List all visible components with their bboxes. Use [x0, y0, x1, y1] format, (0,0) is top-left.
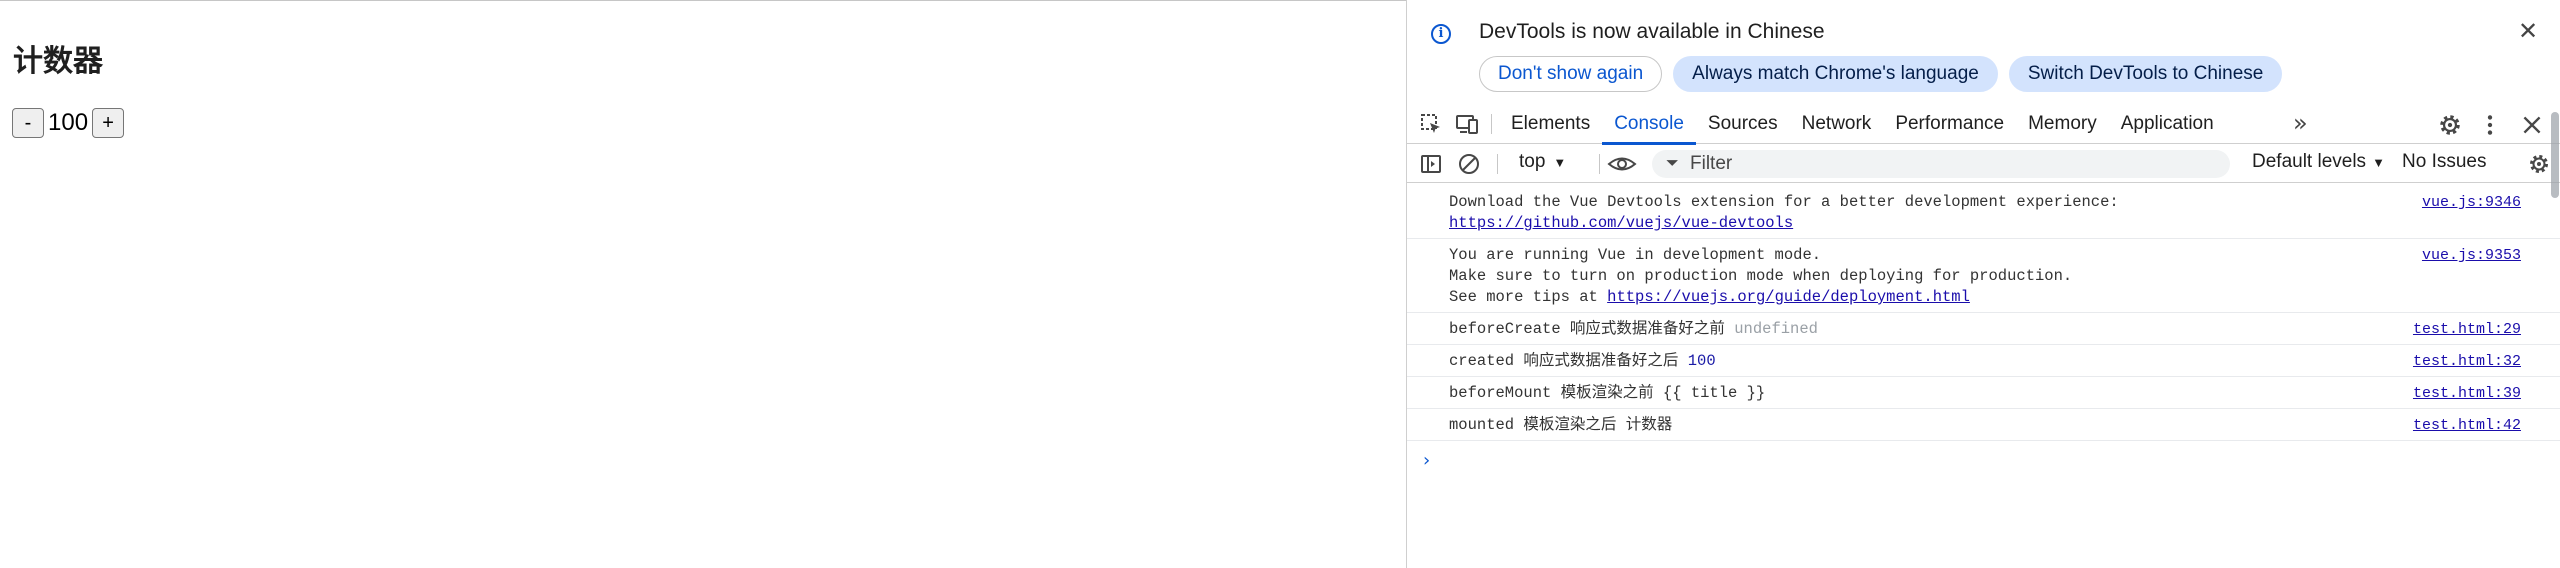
console-message: Download the Vue Devtools extension for …	[1407, 186, 2560, 239]
tab-application[interactable]: Application	[2109, 104, 2226, 144]
tab-elements[interactable]: Elements	[1499, 104, 1602, 144]
message-text: created 响应式数据准备好之后	[1449, 352, 1679, 370]
message-source-link[interactable]: test.html:32	[2413, 351, 2521, 372]
tab-network[interactable]: Network	[1790, 104, 1884, 144]
page-title: 计数器	[13, 44, 103, 79]
inspect-element-icon[interactable]	[1419, 112, 1443, 136]
log-levels-label: Default levels	[2252, 151, 2367, 172]
message-text: See more tips at	[1449, 288, 1608, 306]
page-viewport: 计数器 - 100 +	[0, 0, 1407, 568]
chevron-down-icon: ▼	[2372, 154, 2385, 170]
console-message: created 响应式数据准备好之后 100 test.html:32	[1407, 345, 2560, 377]
message-text: Download the Vue Devtools extension for …	[1449, 193, 2119, 211]
info-icon: i	[1431, 24, 1451, 44]
message-text: You are running Vue in development mode.	[1449, 246, 1822, 264]
dont-show-again-button[interactable]: Don't show again	[1479, 56, 1663, 92]
settings-icon[interactable]	[2437, 112, 2463, 138]
infobar-buttons: Don't show again Always match Chrome's l…	[1479, 56, 2283, 92]
always-match-language-button[interactable]: Always match Chrome's language	[1673, 56, 1998, 92]
console-settings-icon[interactable]	[2527, 152, 2551, 176]
message-link[interactable]: https://vuejs.org/guide/deployment.html	[1607, 288, 1970, 306]
filter-icon: ⏷	[1666, 155, 1679, 172]
language-infobar: i DevTools is now available in Chinese ✕…	[1407, 0, 2560, 98]
infobar-title: DevTools is now available in Chinese	[1479, 20, 1825, 43]
console-message: beforeCreate 响应式数据准备好之前 undefined test.h…	[1407, 313, 2560, 345]
message-text: mounted 模板渲染之后 计数器	[1449, 416, 1673, 434]
context-selector[interactable]: top ▼	[1519, 151, 1566, 173]
device-toolbar-icon[interactable]	[1455, 112, 1479, 136]
message-source-link[interactable]: test.html:42	[2413, 415, 2521, 436]
counter-value: 100	[48, 109, 89, 136]
sidebar-toggle-icon[interactable]	[1419, 152, 1443, 176]
tab-sources[interactable]: Sources	[1696, 104, 1790, 144]
context-label: top	[1519, 151, 1546, 172]
toolbar-divider	[1599, 154, 1600, 174]
console-message: mounted 模板渲染之后 计数器 test.html:42	[1407, 409, 2560, 441]
clear-console-icon[interactable]	[1457, 152, 1481, 176]
devtools-tabbar: Elements Console Sources Network Perform…	[1407, 104, 2560, 145]
message-source-link[interactable]: vue.js:9353	[2422, 245, 2521, 266]
message-text: Make sure to turn on production mode whe…	[1449, 267, 2073, 285]
kebab-menu-icon[interactable]	[2477, 112, 2503, 138]
console-toolbar: top ▼ ⏷ Filter Default levels ▼ No Issue…	[1407, 145, 2560, 183]
eye-icon[interactable]	[1607, 152, 1637, 176]
message-text: beforeMount 模板渲染之前 {{ title }}	[1449, 384, 1766, 402]
tab-console[interactable]: Console	[1602, 104, 1696, 145]
close-icon[interactable]: ✕	[2518, 20, 2538, 44]
tabbar-divider	[1491, 114, 1492, 134]
more-tabs-icon[interactable]: »	[2293, 109, 2308, 137]
counter: - 100 +	[12, 108, 125, 138]
close-devtools-icon[interactable]	[2519, 112, 2545, 138]
issues-counter[interactable]: No Issues	[2402, 151, 2486, 173]
chevron-down-icon: ▼	[1553, 154, 1567, 170]
filter-input[interactable]: ⏷ Filter	[1652, 150, 2230, 178]
devtools-panel: i DevTools is now available in Chinese ✕…	[1406, 0, 2560, 568]
console-messages: Download the Vue Devtools extension for …	[1407, 186, 2560, 471]
console-message: You are running Vue in development mode.…	[1407, 239, 2560, 313]
message-source-link[interactable]: test.html:29	[2413, 319, 2521, 340]
message-link[interactable]: https://github.com/vuejs/vue-devtools	[1449, 214, 1793, 232]
message-text: beforeCreate 响应式数据准备好之前	[1449, 320, 1725, 338]
message-value: 100	[1687, 352, 1716, 370]
tab-performance[interactable]: Performance	[1883, 104, 2016, 144]
increment-button[interactable]: +	[92, 108, 125, 138]
tab-memory[interactable]: Memory	[2016, 104, 2109, 144]
toolbar-divider	[1497, 154, 1498, 174]
devtools-tabs: Elements Console Sources Network Perform…	[1499, 104, 2226, 145]
decrement-button[interactable]: -	[12, 108, 44, 138]
console-message: beforeMount 模板渲染之前 {{ title }} test.html…	[1407, 377, 2560, 409]
filter-placeholder: Filter	[1690, 153, 1733, 174]
message-source-link[interactable]: vue.js:9346	[2422, 192, 2521, 213]
console-prompt-icon[interactable]: ›	[1423, 450, 1430, 471]
message-value: undefined	[1734, 320, 1818, 338]
log-levels-dropdown[interactable]: Default levels ▼	[2252, 151, 2385, 173]
switch-to-chinese-button[interactable]: Switch DevTools to Chinese	[2008, 56, 2283, 92]
message-source-link[interactable]: test.html:39	[2413, 383, 2521, 404]
